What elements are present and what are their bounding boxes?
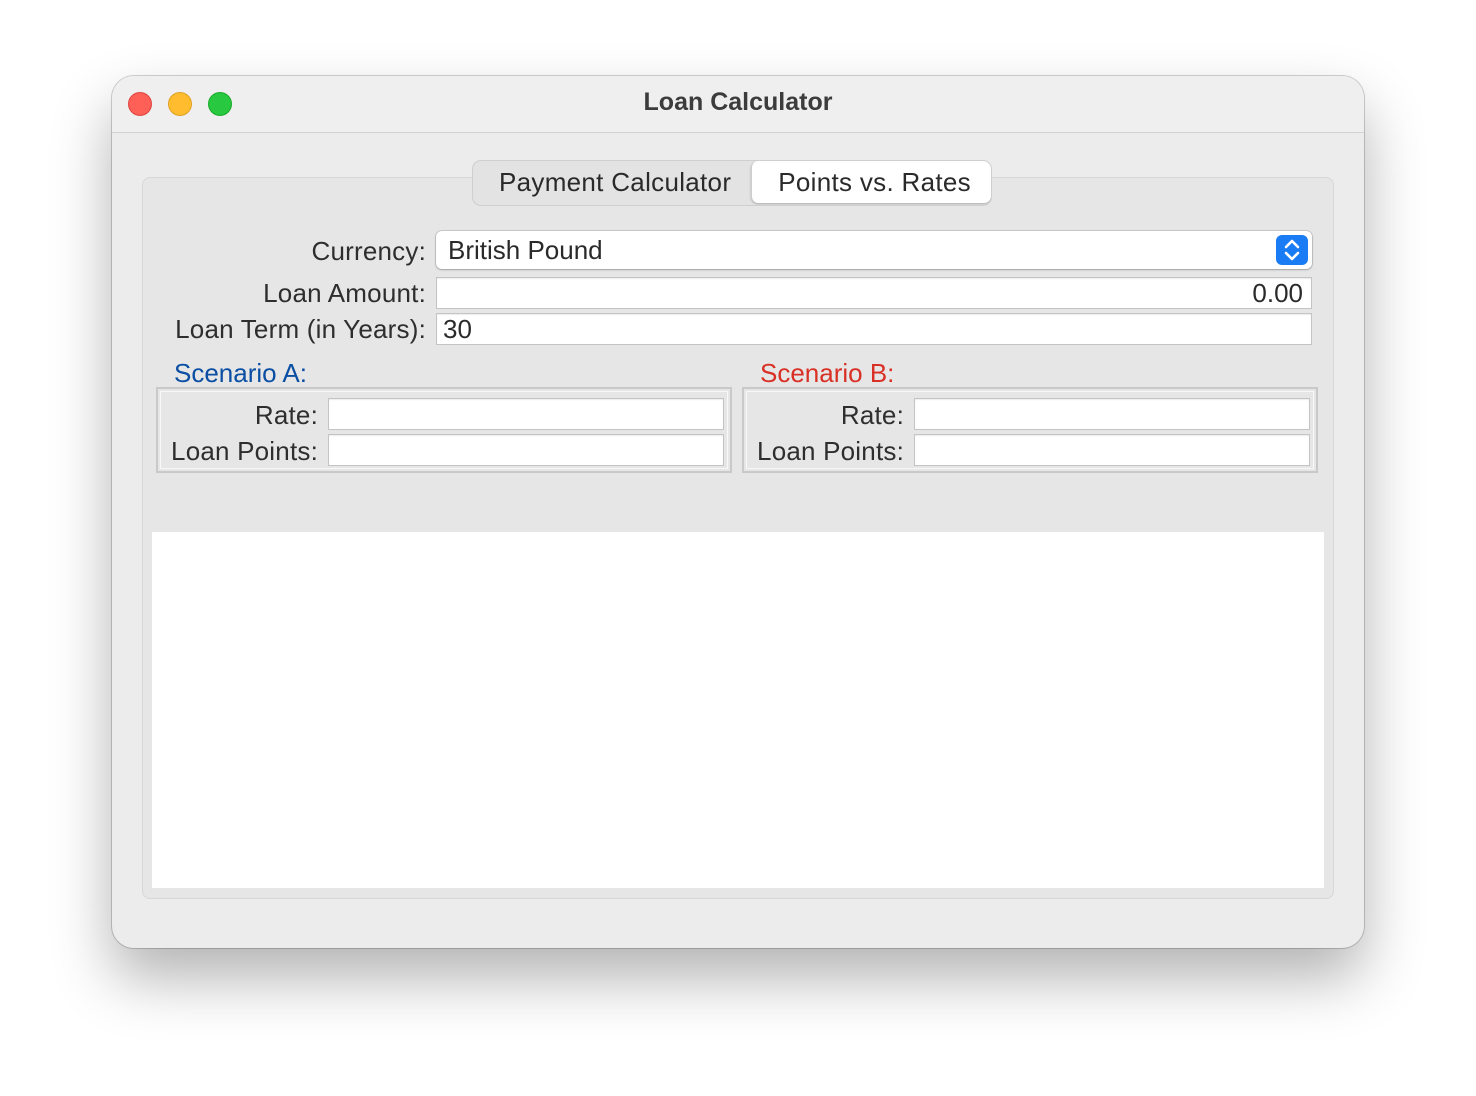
loan-amount-label: Loan Amount:	[263, 278, 426, 308]
tab-payment-calculator[interactable]: Payment Calculator	[473, 161, 751, 203]
loan-term-field[interactable]: 30	[436, 313, 1312, 345]
scenario-b-rate-field[interactable]	[914, 398, 1310, 430]
scenario-a-rate-label: Rate:	[254, 400, 318, 430]
currency-value: British Pound	[448, 235, 603, 265]
scenario-a-rate-field[interactable]	[328, 398, 724, 430]
scenario-b-title: Scenario B:	[760, 358, 895, 388]
tab-points-vs-rates[interactable]: Points vs. Rates	[751, 161, 991, 203]
title-bar[interactable]: Loan Calculator	[112, 76, 1364, 133]
window-title: Loan Calculator	[643, 88, 833, 116]
currency-label: Currency:	[311, 236, 426, 266]
results-area[interactable]	[152, 532, 1324, 888]
scenario-b-rate-label: Rate:	[840, 400, 904, 430]
scenario-a-points-label: Loan Points:	[171, 436, 318, 466]
scenario-b-points-field[interactable]	[914, 434, 1310, 466]
scenario-a-points-field[interactable]	[328, 434, 724, 466]
loan-term-label: Loan Term (in Years):	[175, 314, 426, 344]
scenario-a-title: Scenario A:	[174, 358, 307, 388]
currency-select[interactable]: British Pound	[436, 231, 1312, 269]
scenario-b-points-label: Loan Points:	[757, 436, 904, 466]
chevron-up-down-icon	[1276, 235, 1308, 265]
tab-bar: Payment Calculator Points vs. Rates	[472, 160, 992, 206]
loan-calculator-window: Loan Calculator Payment Calculator Point…	[112, 76, 1364, 948]
loan-amount-field[interactable]: 0.00	[436, 277, 1312, 309]
